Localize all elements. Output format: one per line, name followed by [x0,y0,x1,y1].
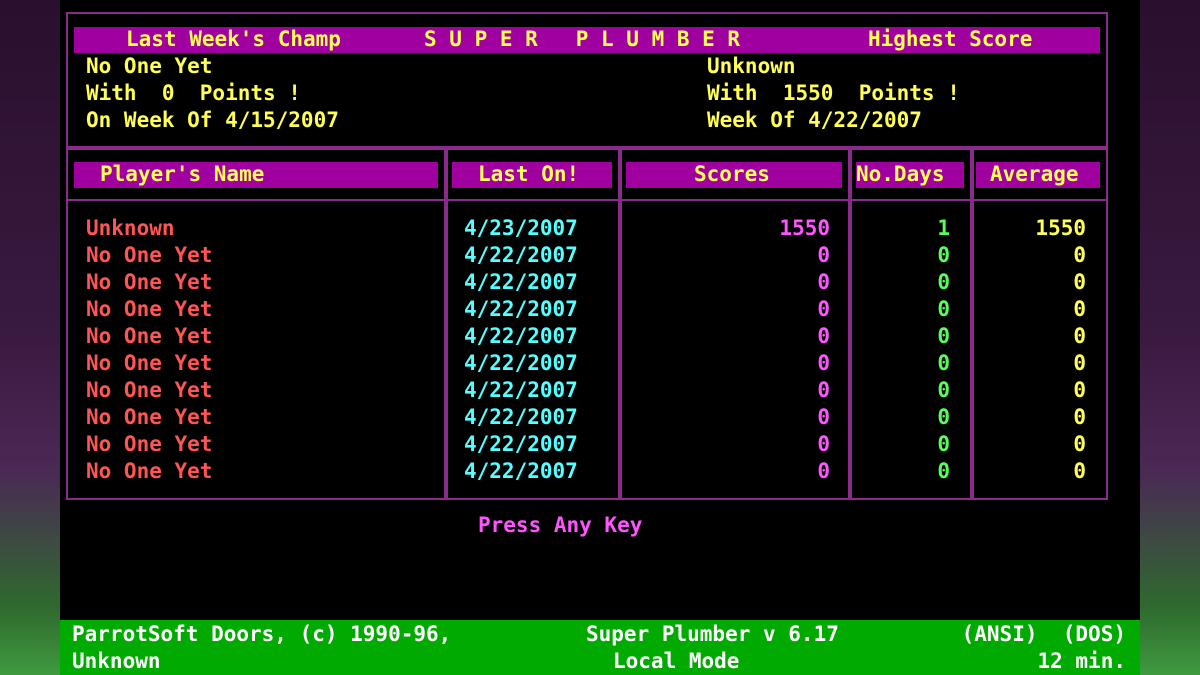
table-row: No One Yet 4/22/2007 0 0 0 [60,404,1140,431]
status-version: Super Plumber v 6.17 [586,622,839,646]
row-score: 0 [817,297,830,321]
row-last-on: 4/22/2007 [464,297,578,321]
row-player-name: No One Yet [86,459,213,483]
table-row: No One Yet 4/22/2007 0 0 0 [60,269,1140,296]
highest-name: Unknown [707,54,796,78]
row-player-name: No One Yet [86,351,213,375]
row-last-on: 4/22/2007 [464,378,578,402]
table-row: No One Yet 4/22/2007 0 0 0 [60,296,1140,323]
terminal-screen: Last Week's Champ S U P E R P L U M B E … [60,0,1140,675]
row-last-on: 4/23/2007 [464,216,578,240]
row-score: 0 [817,243,830,267]
row-score: 0 [817,324,830,348]
col-header-days: No.Days [856,162,945,186]
status-time-left: 12 min. [1037,649,1126,673]
row-score: 0 [817,459,830,483]
row-player-name: No One Yet [86,324,213,348]
row-last-on: 4/22/2007 [464,270,578,294]
row-average: 0 [1073,378,1086,402]
table-row: No One Yet 4/22/2007 0 0 0 [60,458,1140,485]
row-days: 0 [937,324,950,348]
row-average: 0 [1073,297,1086,321]
row-days: 0 [937,243,950,267]
game-title: S U P E R P L U M B E R [424,27,741,51]
row-last-on: 4/22/2007 [464,405,578,429]
highest-week: Week Of 4/22/2007 [707,108,922,132]
row-score: 0 [817,378,830,402]
row-player-name: No One Yet [86,405,213,429]
press-any-key-prompt[interactable]: Press Any Key [478,512,642,539]
table-row: No One Yet 4/22/2007 0 0 0 [60,350,1140,377]
row-player-name: No One Yet [86,270,213,294]
row-player-name: No One Yet [86,432,213,456]
col-header-name: Player's Name [100,162,265,186]
row-days: 0 [937,405,950,429]
row-player-name: No One Yet [86,243,213,267]
table-row: No One Yet 4/22/2007 0 0 0 [60,242,1140,269]
row-last-on: 4/22/2007 [464,324,578,348]
last-week-champ-label: Last Week's Champ [126,27,341,51]
row-days: 1 [937,216,950,240]
row-score: 1550 [779,216,830,240]
table-row: No One Yet 4/22/2007 0 0 0 [60,431,1140,458]
row-days: 0 [937,378,950,402]
status-copyright: ParrotSoft Doors, (c) 1990-96, [72,622,452,646]
col-header-scores: Scores [694,162,770,186]
champ-points: With 0 Points ! [86,81,301,105]
table-row: No One Yet 4/22/2007 0 0 0 [60,377,1140,404]
status-bar: ParrotSoft Doors, (c) 1990-96, Super Plu… [60,620,1140,675]
row-average: 0 [1073,405,1086,429]
row-days: 0 [937,270,950,294]
row-average: 0 [1073,459,1086,483]
col-header-average: Average [990,162,1079,186]
status-local-mode: Local Mode [613,649,740,673]
row-average: 1550 [1035,216,1086,240]
highest-points: With 1550 Points ! [707,81,960,105]
table-header-divider [66,199,1106,201]
row-days: 0 [937,351,950,375]
row-days: 0 [937,297,950,321]
row-score: 0 [817,405,830,429]
row-average: 0 [1073,351,1086,375]
row-average: 0 [1073,270,1086,294]
row-score: 0 [817,432,830,456]
row-days: 0 [937,459,950,483]
row-days: 0 [937,432,950,456]
table-row: Unknown 4/23/2007 1550 1 1550 [60,215,1140,242]
row-player-name: No One Yet [86,297,213,321]
table-row: No One Yet 4/22/2007 0 0 0 [60,323,1140,350]
row-last-on: 4/22/2007 [464,351,578,375]
row-player-name: Unknown [86,216,175,240]
champ-name: No One Yet [86,54,213,78]
highest-score-label: Highest Score [868,27,1033,51]
row-score: 0 [817,351,830,375]
row-last-on: 4/22/2007 [464,243,578,267]
row-average: 0 [1073,324,1086,348]
row-player-name: No One Yet [86,378,213,402]
row-last-on: 4/22/2007 [464,459,578,483]
row-average: 0 [1073,432,1086,456]
row-average: 0 [1073,243,1086,267]
col-header-last-on: Last On! [478,162,580,186]
left-border-gradient [0,0,60,675]
right-border-gradient [1140,0,1200,675]
champ-week: On Week Of 4/15/2007 [86,108,339,132]
status-user: Unknown [72,649,161,673]
status-mode-flags: (ANSI) (DOS) [961,622,1126,646]
row-last-on: 4/22/2007 [464,432,578,456]
row-score: 0 [817,270,830,294]
